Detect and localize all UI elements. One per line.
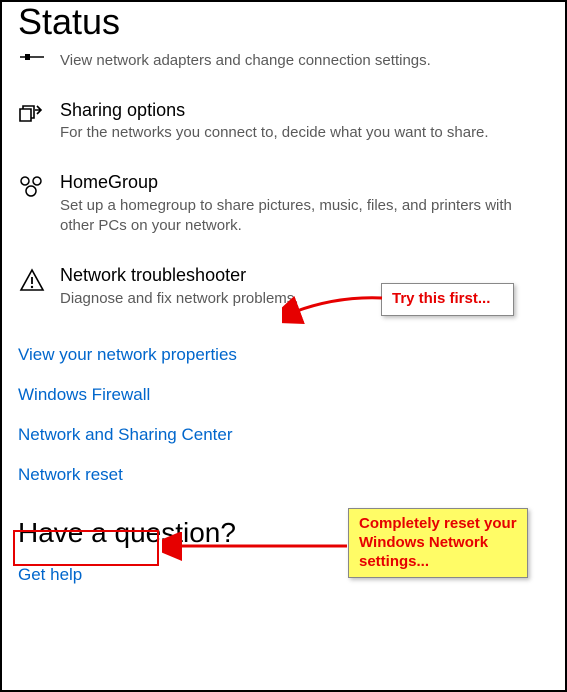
- annotation-try-first-callout: Try this first...: [381, 283, 514, 316]
- annotation-reset-callout: Completely reset your Windows Network se…: [348, 508, 528, 578]
- section-sharing[interactable]: Sharing options For the networks you con…: [18, 99, 549, 144]
- homegroup-desc: Set up a homegroup to share pictures, mu…: [60, 196, 549, 237]
- link-network-reset[interactable]: Network reset: [18, 465, 123, 485]
- sharing-icon: [18, 99, 46, 127]
- adapter-icon: [18, 50, 46, 68]
- section-homegroup[interactable]: HomeGroup Set up a homegroup to share pi…: [18, 171, 549, 236]
- link-firewall[interactable]: Windows Firewall: [18, 385, 150, 405]
- homegroup-title: HomeGroup: [60, 171, 549, 194]
- page-title: Status: [18, 2, 549, 42]
- homegroup-icon: [18, 171, 46, 199]
- sharing-title: Sharing options: [60, 99, 549, 122]
- link-sharing-center[interactable]: Network and Sharing Center: [18, 425, 233, 445]
- section-adapters[interactable]: View network adapters and change connect…: [18, 50, 549, 71]
- warning-triangle-icon: [18, 264, 46, 292]
- link-get-help[interactable]: Get help: [18, 565, 82, 585]
- adapters-desc: View network adapters and change connect…: [60, 51, 549, 71]
- link-view-properties[interactable]: View your network properties: [18, 345, 237, 365]
- sharing-desc: For the networks you connect to, decide …: [60, 123, 549, 143]
